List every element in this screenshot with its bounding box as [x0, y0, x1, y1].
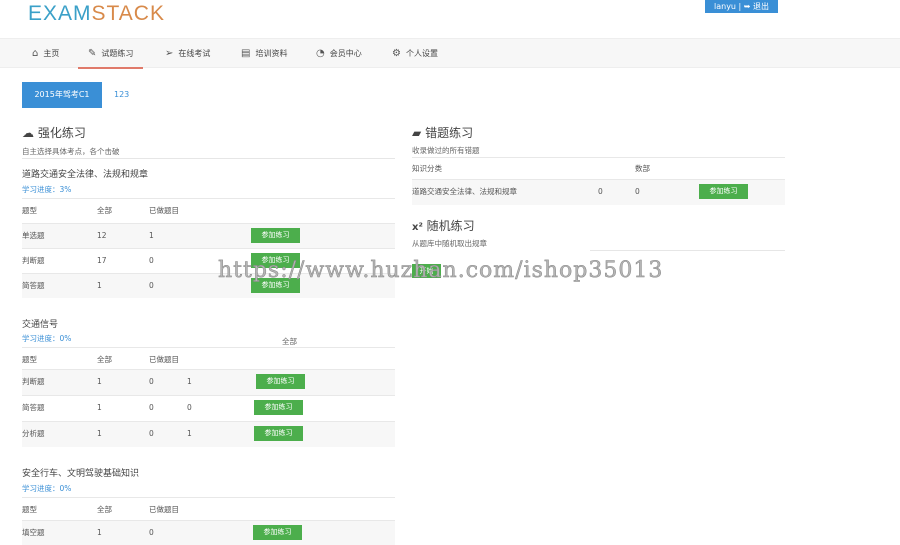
category-title: 交通信号 — [22, 320, 59, 330]
table-row: 填空题 1 0 参加练习 — [22, 520, 395, 545]
table-row: 判断题 1 0 1 参加练习 — [22, 369, 395, 395]
join-practice-button[interactable]: 参加练习 — [699, 184, 748, 199]
table-header: 题型 全部 已做题目 — [22, 198, 395, 223]
join-practice-button[interactable]: 参加练习 — [256, 374, 305, 389]
nav-practice[interactable]: ✎ 试题练习 — [78, 39, 144, 69]
dashboard-icon: ◔ — [316, 48, 325, 59]
table-row: 道路交通安全法律、法规和规章 0 0 参加练习 — [412, 179, 785, 205]
random-title: x² 随机练习 — [412, 219, 475, 233]
tab-2015-c1[interactable]: 2015年驾考C1 — [22, 82, 102, 108]
nav-home[interactable]: ⌂ 主页 — [32, 39, 59, 69]
watermark: https://www.huzhan.com/ishop35013 — [218, 258, 664, 284]
tab-123[interactable]: 123 — [114, 82, 129, 108]
cloud-icon: ☁ — [22, 126, 34, 140]
table-row: 分析题 1 0 1 参加练习 — [22, 421, 395, 447]
category-title: 道路交通安全法律、法规和规章 — [22, 170, 149, 180]
nav-training[interactable]: ▤ 培训资料 — [241, 39, 287, 69]
divider — [590, 250, 785, 251]
random-subtitle: 从题库中随机取出规章 — [412, 239, 487, 248]
category-title: 安全行车、文明驾驶基础知识 — [22, 469, 140, 479]
table-header: 题型 全部 已做题目 — [22, 497, 395, 522]
table-row: 单选题 12 1 参加练习 — [22, 223, 395, 248]
table-row: 简答题 1 0 0 参加练习 — [22, 395, 395, 421]
edit-icon: ✎ — [88, 48, 97, 59]
nav-settings[interactable]: ⚙ 个人设置 — [392, 39, 438, 69]
wrong-subtitle: 收录做过的所有错题 — [412, 146, 480, 155]
join-practice-button[interactable]: 参加练习 — [253, 525, 302, 540]
progress-text: 学习进度：0% — [22, 334, 72, 343]
main-nav: ⌂ 主页 ✎ 试题练习 ➢ 在线考试 ▤ 培训资料 ◔ 会员中心 ⚙ 个人设置 — [0, 38, 900, 69]
progress-text: 学习进度：3% — [22, 185, 72, 194]
divider — [22, 158, 395, 159]
nav-exam[interactable]: ➢ 在线考试 — [165, 39, 210, 69]
home-icon: ⌂ — [32, 48, 39, 59]
superscript-icon: x² — [412, 222, 423, 233]
practice-subtitle: 自主选择具体考点，各个击破 — [22, 147, 120, 156]
send-icon: ➢ — [165, 48, 174, 59]
wrong-title: ▰ 错题练习 — [412, 126, 474, 140]
progress-text: 学习进度：0% — [22, 484, 72, 493]
practice-title: ☁ 强化练习 — [22, 126, 86, 140]
column-header: 全部 — [282, 337, 297, 346]
nav-member[interactable]: ◔ 会员中心 — [316, 39, 362, 69]
table-header: 知识分类 数部 — [412, 157, 785, 179]
gears-icon: ⚙ — [392, 48, 401, 59]
user-logout-button[interactable]: lanyu | ➥ 退出 — [705, 0, 779, 13]
join-practice-button[interactable]: 参加练习 — [251, 228, 300, 243]
eraser-icon: ▰ — [412, 126, 422, 140]
join-practice-button[interactable]: 参加练习 — [254, 426, 303, 441]
join-practice-button[interactable]: 参加练习 — [254, 400, 303, 415]
logo[interactable]: EXAMSTACK — [28, 2, 165, 26]
book-icon: ▤ — [241, 48, 251, 59]
